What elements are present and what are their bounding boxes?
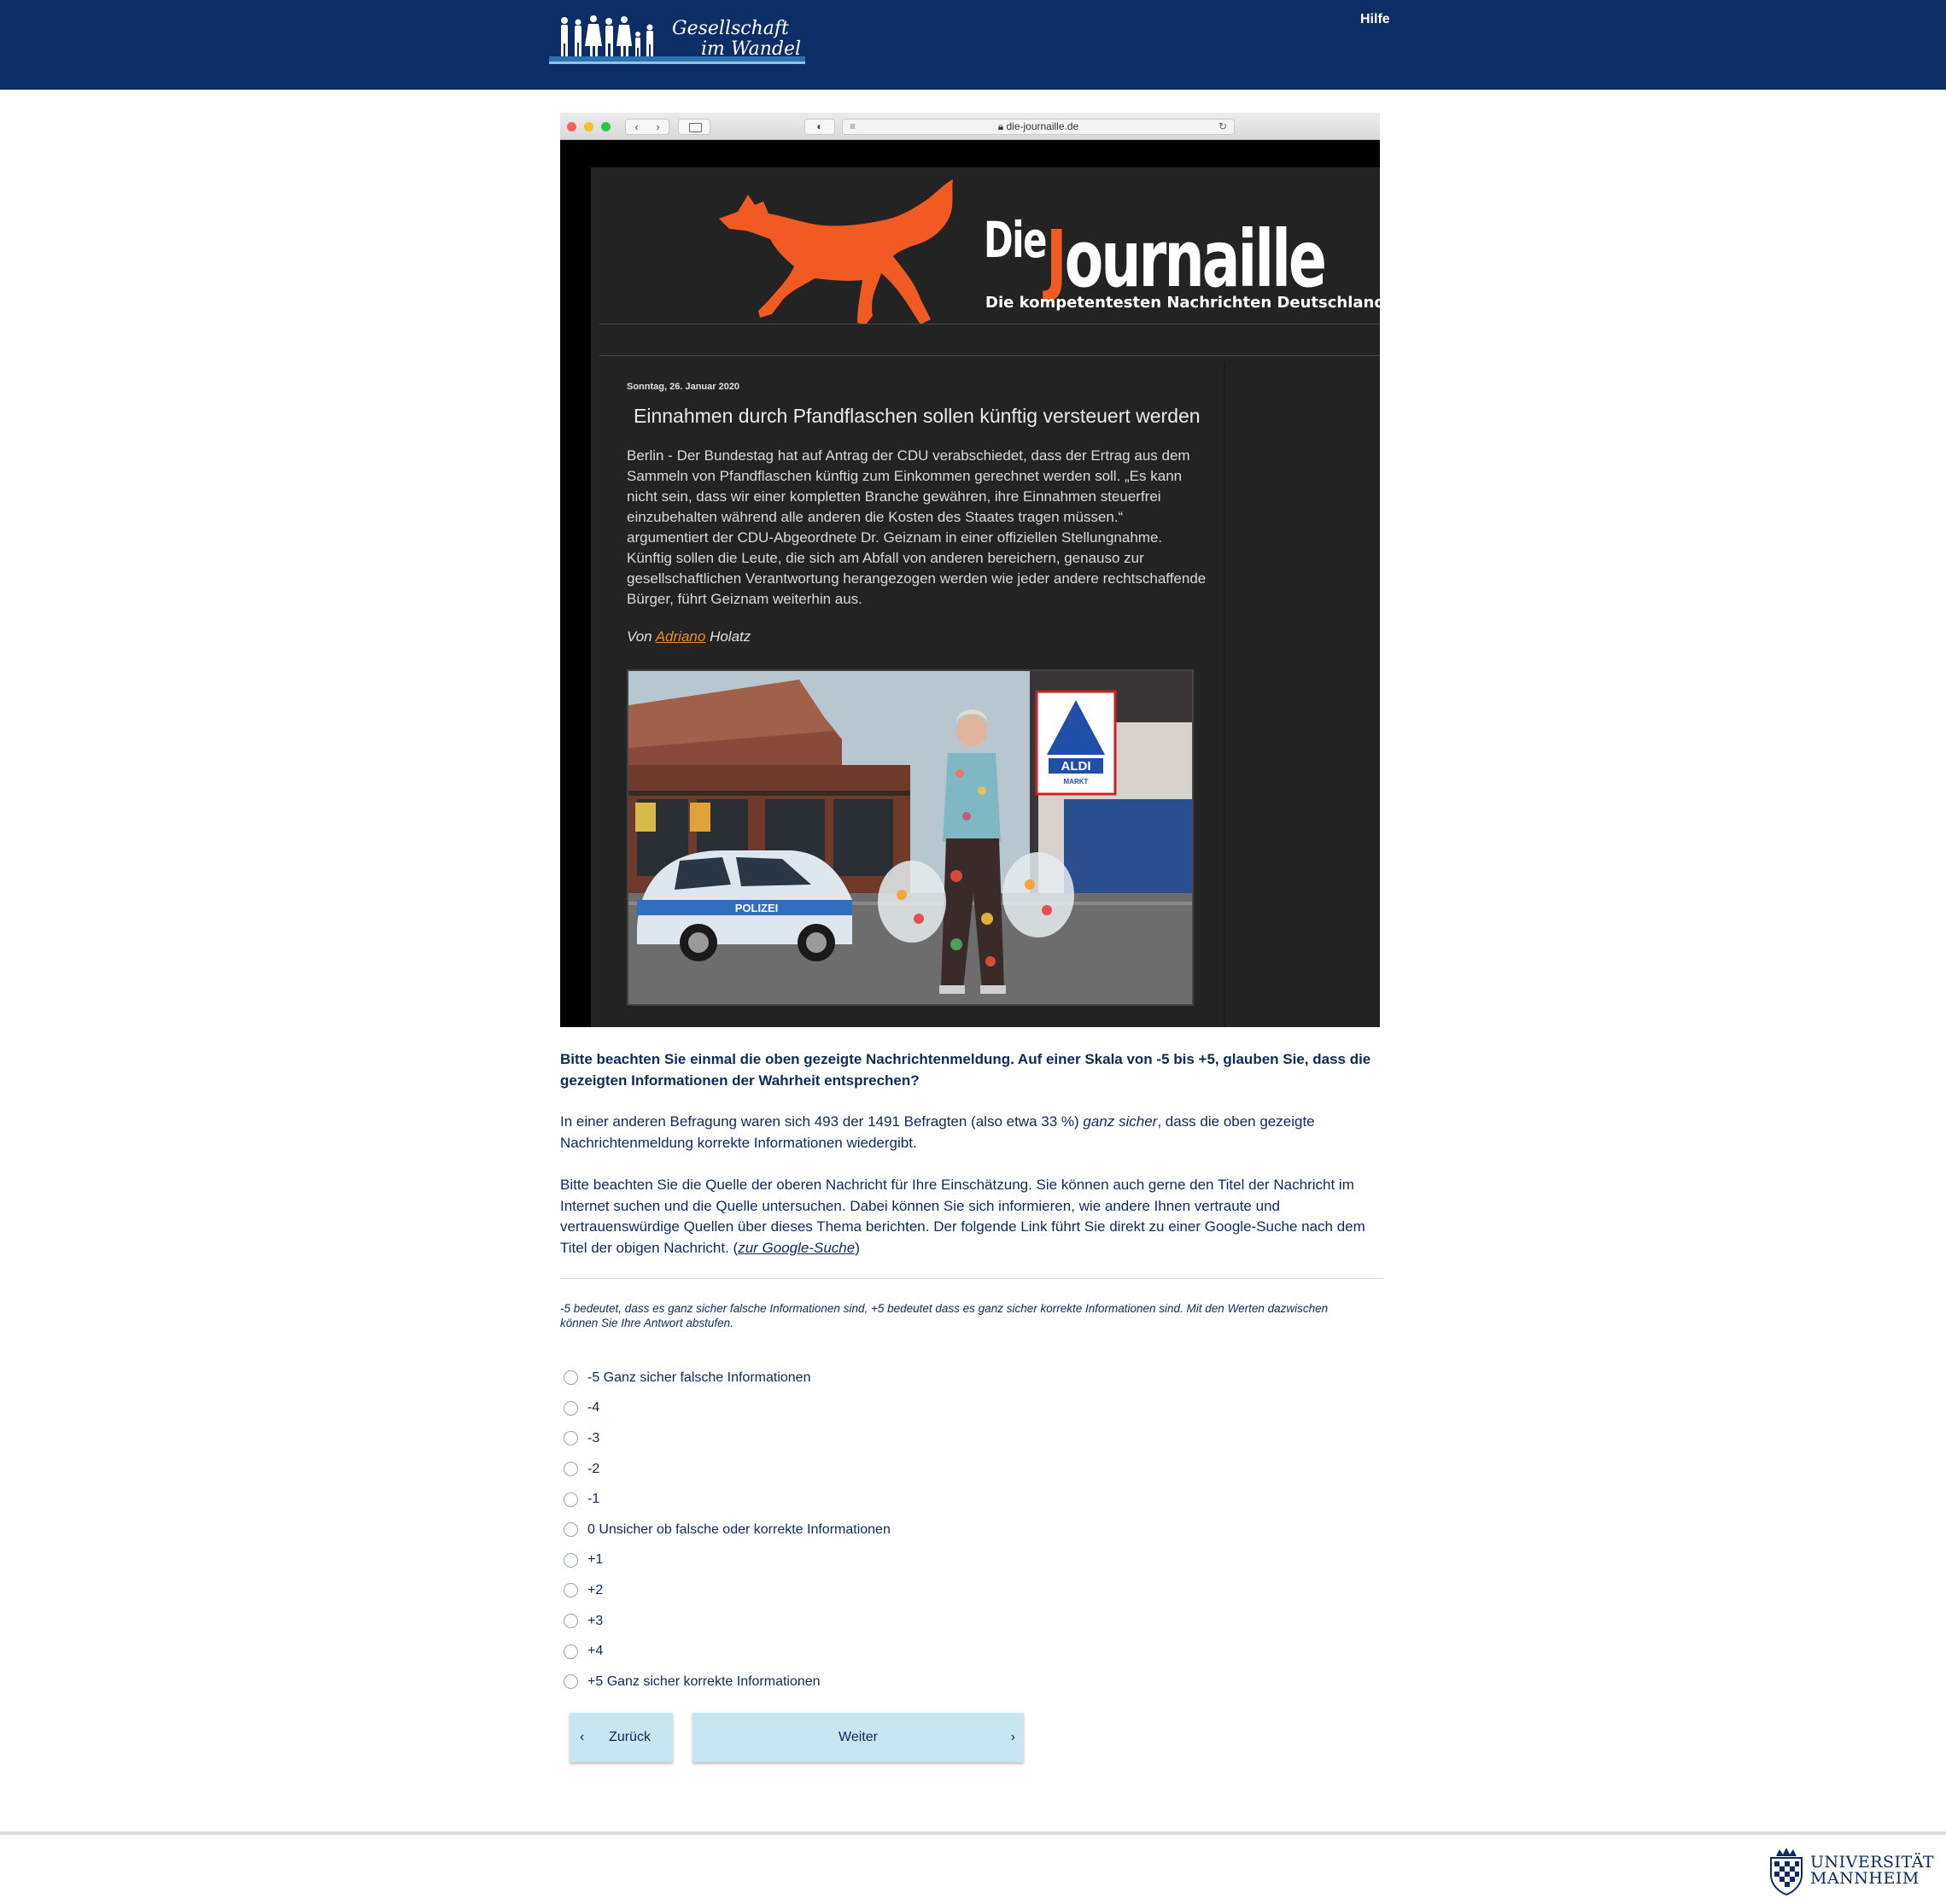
author-last-name: Holatz	[710, 628, 751, 645]
author-link: Adriano	[655, 628, 706, 645]
back-button[interactable]: ‹ Zurück	[570, 1713, 673, 1762]
privacy-shield-icon: ◐	[804, 119, 835, 135]
photo-car-text: POLIZEI	[735, 902, 779, 914]
address-url: die-journaille.de	[1006, 120, 1079, 132]
reader-icon: ≡	[850, 120, 856, 132]
rating-options: -5 Ganz sicher falsche Informationen -4 …	[564, 1363, 1161, 1697]
google-search-link[interactable]: zur Google-Suche	[738, 1240, 855, 1256]
context-emphasis: ganz sicher	[1083, 1113, 1158, 1130]
window-minimize-icon	[584, 122, 593, 131]
rating-option[interactable]: 0 Unsicher ob falsche oder korrekte Info…	[564, 1515, 1161, 1545]
post-title: Einnahmen durch Pfandflaschen sollen kün…	[634, 405, 1201, 427]
instruction-text-end: )	[855, 1239, 860, 1256]
logo-title-line2: im Wandel	[701, 38, 802, 60]
rating-option-label: +2	[587, 1582, 604, 1597]
rating-option-label: -5 Ganz sicher falsche Informationen	[587, 1370, 811, 1385]
back-button-label: Zurück	[609, 1730, 651, 1744]
rating-option-label: -1	[587, 1492, 600, 1507]
radio-button[interactable]	[564, 1462, 578, 1477]
site-column-separator	[1224, 362, 1225, 1027]
radio-button[interactable]	[564, 1644, 578, 1659]
rating-option[interactable]: +2	[564, 1575, 1161, 1606]
rating-option[interactable]: -5 Ganz sicher falsche Informationen	[564, 1363, 1161, 1393]
university-crest-icon	[1770, 1848, 1803, 1896]
rating-option-label: 0 Unsicher ob falsche oder korrekte Info…	[587, 1521, 891, 1537]
rating-option[interactable]: +1	[564, 1545, 1161, 1576]
rating-option[interactable]: -3	[564, 1423, 1161, 1454]
author-prefix: Von	[627, 628, 652, 645]
journaille-wordmark: DieJournaille	[984, 193, 1327, 307]
address-bar: ≡ 🔒︎ die-journaille.de ↻	[842, 119, 1235, 135]
logo-title-line1: Gesellschaft	[672, 18, 789, 39]
rating-option-label: -3	[587, 1430, 600, 1446]
rating-option-label: -2	[587, 1461, 600, 1476]
chevron-right-icon: ›	[1010, 1730, 1015, 1744]
chevron-left-icon: ‹	[580, 1730, 585, 1744]
radio-button[interactable]	[564, 1492, 578, 1507]
article-photo: ALDI MARKT POLIZEI	[627, 669, 1194, 1006]
reload-icon: ↻	[1218, 120, 1227, 132]
instruction-text-start: Bitte beachten Sie die Quelle der oberen…	[560, 1177, 1365, 1256]
site-tagline: Die kompetentesten Nachrichten Deutschla…	[985, 294, 1380, 312]
footer-divider	[0, 1831, 1946, 1835]
rating-option-label: +4	[587, 1644, 604, 1659]
context-paragraph: In einer anderen Befragung waren sich 49…	[560, 1112, 1388, 1153]
rating-option[interactable]: +5 Ganz sicher korrekte Informationen	[564, 1667, 1161, 1697]
radio-button[interactable]	[564, 1674, 578, 1690]
next-button[interactable]: Weiter ›	[692, 1713, 1024, 1762]
radio-button[interactable]	[564, 1522, 578, 1538]
news-screenshot: ‹ › ◐ ≡ 🔒︎ die-journaille.de ↻ DieJournai…	[560, 113, 1380, 1027]
radio-button[interactable]	[564, 1583, 578, 1598]
top-bar: Gesellschaft im Wandel Hilfe	[0, 0, 1946, 90]
gesellschaft-im-wandel-logo[interactable]: Gesellschaft im Wandel	[549, 12, 805, 72]
rating-option-label: +5 Ganz sicher korrekte Informationen	[587, 1673, 821, 1689]
rating-option[interactable]: -2	[564, 1454, 1161, 1485]
wordmark-die: Die	[984, 211, 1047, 269]
logo-title: Gesellschaft im Wandel	[672, 19, 801, 60]
sidebar-toggle-icon	[678, 119, 710, 135]
help-link[interactable]: Hilfe	[1360, 12, 1390, 27]
chevron-right-icon: ›	[656, 120, 660, 133]
photo-store-sign: ALDI	[1061, 759, 1091, 774]
browser-toolbar: ‹ › ◐ ≡ 🔒︎ die-journaille.de ↻	[560, 113, 1380, 140]
university-name: UNIVERSITÄT MANNHEIM	[1810, 1854, 1934, 1887]
university-name-line2: MANNHEIM	[1810, 1869, 1920, 1888]
context-text-start: In einer anderen Befragung waren sich 49…	[560, 1113, 1084, 1130]
university-mannheim-logo: UNIVERSITÄT MANNHEIM	[1766, 1846, 1937, 1897]
article-photo-illustration: ALDI MARKT POLIZEI	[628, 671, 1192, 1004]
wordmark-rest: ournaille	[1064, 213, 1327, 305]
chevron-left-icon: ‹	[634, 120, 639, 133]
question-text: Bitte beachten Sie einmal die oben gezei…	[560, 1051, 1371, 1089]
wordmark-j: J	[1045, 213, 1067, 305]
post-body: Berlin - Der Bundestag hat auf Antrag de…	[627, 447, 1207, 607]
website-page: DieJournaille Die kompetentesten Nachric…	[591, 167, 1380, 1027]
instruction-paragraph: Bitte beachten Sie die Quelle der oberen…	[560, 1175, 1388, 1259]
fox-logo-icon	[719, 179, 953, 324]
radio-button[interactable]	[564, 1431, 578, 1446]
radio-button[interactable]	[564, 1400, 578, 1416]
radio-button[interactable]	[564, 1552, 578, 1568]
back-forward-icons: ‹ ›	[625, 119, 669, 135]
window-close-icon	[567, 122, 576, 131]
post-author: Von Adriano Holatz	[627, 628, 751, 645]
rating-option-label: +3	[587, 1613, 604, 1628]
section-divider	[560, 1278, 1384, 1279]
rating-option[interactable]: +4	[564, 1636, 1161, 1667]
rating-option-label: -4	[587, 1400, 600, 1416]
rating-option[interactable]: -1	[564, 1484, 1161, 1515]
radio-button[interactable]	[564, 1370, 578, 1386]
window-zoom-icon	[601, 122, 611, 131]
rating-option[interactable]: -4	[564, 1393, 1161, 1424]
rating-option[interactable]: +3	[564, 1606, 1161, 1637]
scale-hint: -5 bedeutet, dass es ganz sicher falsche…	[560, 1302, 1329, 1329]
radio-button[interactable]	[564, 1614, 578, 1629]
next-button-label: Weiter	[839, 1730, 878, 1744]
post-date: Sonntag, 26. Januar 2020	[627, 382, 740, 392]
site-divider	[599, 355, 1380, 356]
rating-option-label: +1	[587, 1552, 604, 1568]
photo-store-sign-sub: MARKT	[1064, 778, 1089, 786]
